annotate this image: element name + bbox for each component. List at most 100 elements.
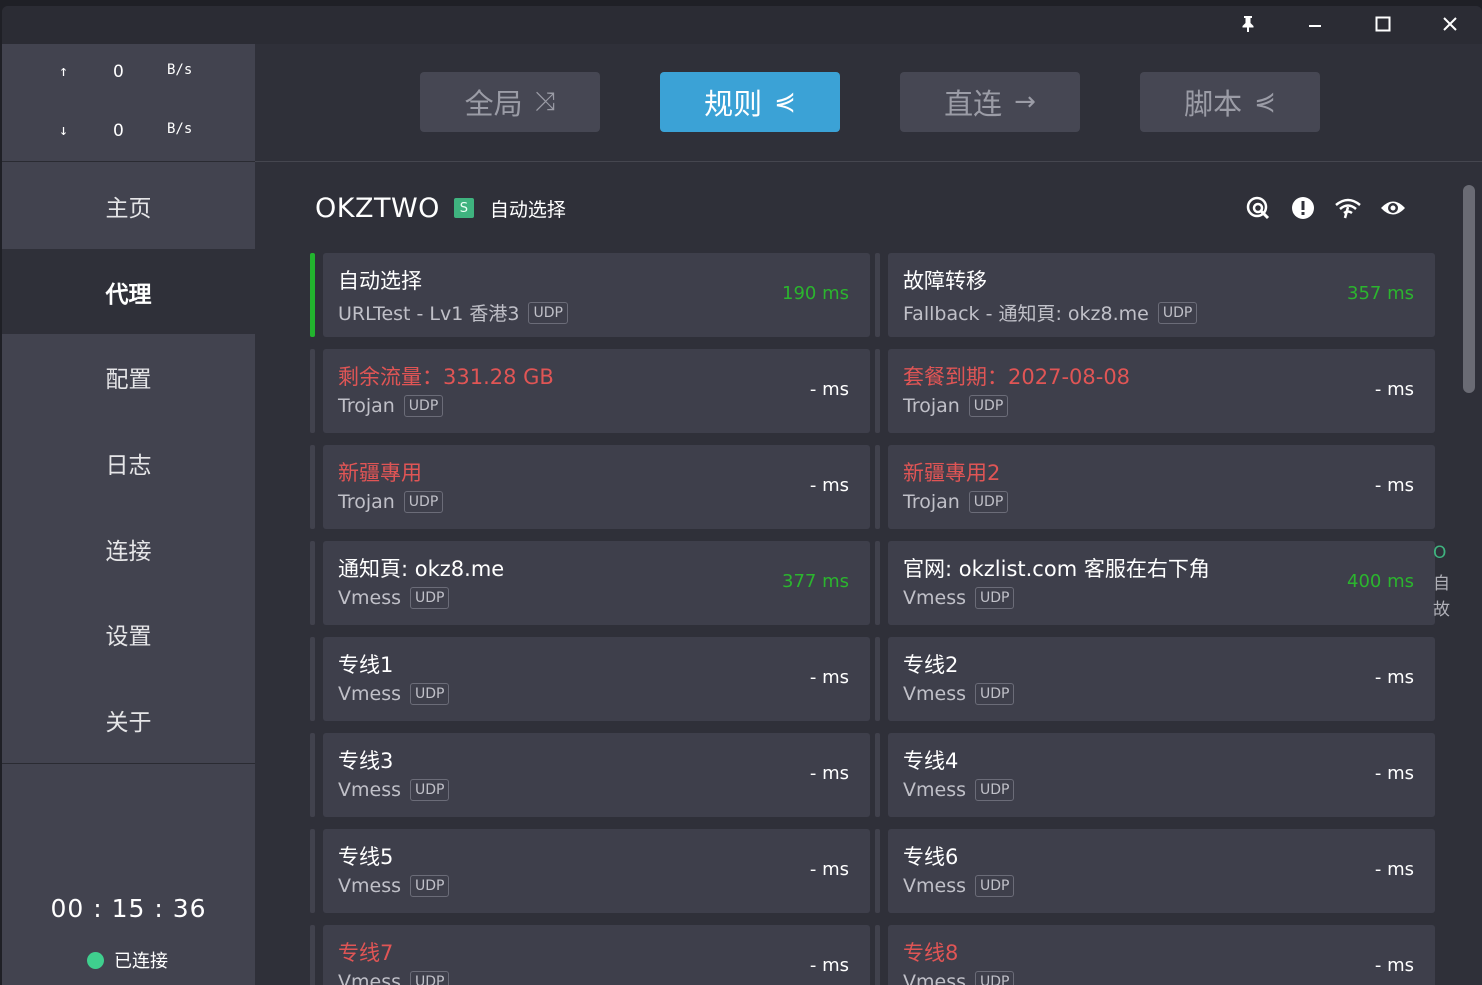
proxy-delay[interactable]: - ms (1375, 859, 1414, 880)
proxy-type: Trojan (903, 491, 960, 513)
proxy-delay[interactable]: - ms (1375, 763, 1414, 784)
proxy-card[interactable]: 专线2 Vmess UDP - ms (875, 637, 1435, 721)
minimize-icon[interactable] (1290, 6, 1340, 42)
proxy-card[interactable]: 专线7 Vmess UDP - ms (310, 925, 870, 985)
proxy-delay[interactable]: - ms (810, 763, 849, 784)
proxy-delay[interactable]: - ms (1375, 955, 1414, 976)
proxy-delay[interactable]: - ms (810, 379, 849, 400)
proxy-type: Vmess (903, 587, 966, 609)
scrollbar-thumb[interactable] (1463, 185, 1475, 393)
selection-indicator (875, 253, 880, 337)
proxy-card[interactable]: 通知頁: okz8.me Vmess UDP 377 ms (310, 541, 870, 625)
mode-direct-button[interactable]: 直连 → (900, 72, 1080, 132)
selection-indicator (310, 637, 315, 721)
proxy-card[interactable]: 自动选择 URLTest - Lv1 香港3 UDP 190 ms (310, 253, 870, 337)
proxy-type: Vmess (338, 587, 401, 609)
proxy-card[interactable]: 官网: okzlist.com 客服在右下角 Vmess UDP 400 ms (875, 541, 1435, 625)
proxy-delay[interactable]: - ms (1375, 379, 1414, 400)
mode-script-button[interactable]: 脚本 ⋞ (1140, 72, 1320, 132)
proxy-card[interactable]: 故障转移 Fallback - 通知頁: okz8.me UDP 357 ms (875, 253, 1435, 337)
group-name: OKZTWO (315, 192, 440, 224)
group-selected: 自动选择 (489, 198, 566, 221)
side-peek-item: 故 (1433, 600, 1450, 620)
proxy-name: 官网: okzlist.com 客服在右下角 (903, 557, 1210, 581)
udp-badge: UDP (528, 301, 568, 324)
proxy-delay[interactable]: 357 ms (1347, 283, 1414, 304)
sidebar-item-proxy[interactable]: 代理 (2, 248, 255, 335)
udp-badge: UDP (403, 491, 444, 513)
proxy-delay[interactable]: 190 ms (782, 283, 849, 304)
sidebar-nav: 主页 代理 配置 日志 连接 设置 关于 (2, 163, 255, 763)
proxy-type-row: Fallback - 通知頁: okz8.me UDP (903, 299, 1198, 326)
proxy-content: OKZTWO S 自动选择 自动选择 URLTest - Lv1 香港3 UDP 19… (255, 163, 1482, 985)
proxy-type: Vmess (903, 779, 966, 801)
proxy-delay[interactable]: - ms (1375, 475, 1414, 496)
side-peek-status: O (1433, 543, 1447, 563)
title-bar[interactable] (2, 6, 1482, 44)
udp-badge: UDP (410, 779, 450, 801)
proxy-type: Fallback - 通知頁: okz8.me (903, 303, 1149, 325)
pin-icon[interactable] (1223, 6, 1273, 42)
udp-badge: UDP (975, 875, 1015, 897)
proxy-card[interactable]: 专线8 Vmess UDP - ms (875, 925, 1435, 985)
connection-status: 已连接 (87, 947, 168, 973)
udp-badge: UDP (968, 395, 1009, 417)
sidebar-item-about[interactable]: 关于 (2, 677, 255, 763)
proxy-card[interactable]: 新疆專用 Trojan UDP - ms (310, 445, 870, 529)
proxy-type: Vmess (903, 875, 966, 897)
proxy-name: 自动选择 (338, 269, 422, 293)
mode-rule-button[interactable]: 规则 ⋞ (660, 72, 840, 132)
proxy-type-row: Vmess UDP (903, 779, 1015, 801)
sidebar-item-label: 配置 (105, 367, 152, 394)
proxy-card[interactable]: 套餐到期：2027-08-08 Trojan UDP - ms (875, 349, 1435, 433)
speed-test-icon[interactable] (1245, 195, 1271, 221)
proxy-delay[interactable]: - ms (810, 667, 849, 688)
sidebar-item-logs[interactable]: 日志 (2, 420, 255, 506)
proxy-card[interactable]: 专线4 Vmess UDP - ms (875, 733, 1435, 817)
alert-icon[interactable] (1290, 195, 1316, 221)
proxy-delay[interactable]: - ms (810, 955, 849, 976)
selection-indicator (310, 925, 315, 985)
proxy-delay[interactable]: 377 ms (782, 571, 849, 592)
sidebar-item-home[interactable]: 主页 (2, 163, 255, 249)
eye-icon[interactable] (1380, 195, 1406, 221)
proxy-group-header[interactable]: OKZTWO S 自动选择 (315, 191, 566, 225)
mode-label: 直连 (944, 87, 1003, 121)
proxy-card[interactable]: 专线5 Vmess UDP - ms (310, 829, 870, 913)
proxy-type-row: Vmess UDP (338, 971, 450, 985)
proxy-delay[interactable]: - ms (1375, 667, 1414, 688)
selection-indicator (310, 253, 315, 337)
proxy-type: Vmess (903, 683, 966, 705)
udp-badge: UDP (403, 395, 444, 417)
traffic-speed: ↑ 0 B/s ↓ 0 B/s (2, 44, 255, 162)
proxy-card[interactable]: 专线6 Vmess UDP - ms (875, 829, 1435, 913)
selection-indicator (875, 349, 880, 433)
udp-badge: UDP (410, 971, 450, 985)
proxy-card[interactable]: 新疆專用2 Trojan UDP - ms (875, 445, 1435, 529)
close-icon[interactable] (1425, 6, 1475, 42)
mode-global-button[interactable]: 全局 ⤨ (420, 72, 600, 132)
connection-timer: 00 : 15 : 36 (50, 894, 207, 923)
sidebar-item-label: 代理 (105, 281, 152, 308)
maximize-icon[interactable] (1358, 6, 1408, 42)
sidebar-item-profiles[interactable]: 配置 (2, 334, 255, 420)
udp-badge: UDP (975, 587, 1015, 609)
sidebar-item-connections[interactable]: 连接 (2, 506, 255, 592)
mode-label: 全局 (464, 87, 523, 121)
selection-indicator (310, 733, 315, 817)
proxy-type-row: Vmess UDP (903, 971, 1015, 985)
proxy-type: Trojan (338, 491, 395, 513)
proxy-card[interactable]: 专线1 Vmess UDP - ms (310, 637, 870, 721)
sidebar-item-settings[interactable]: 设置 (2, 591, 255, 677)
proxy-card[interactable]: 专线3 Vmess UDP - ms (310, 733, 870, 817)
proxy-delay[interactable]: - ms (810, 475, 849, 496)
proxy-name: 新疆專用 (338, 461, 422, 485)
upload-value: 0 (113, 62, 124, 82)
proxy-type-row: Vmess UDP (903, 683, 1015, 705)
proxy-delay[interactable]: - ms (810, 859, 849, 880)
proxy-type-row: Trojan UDP (338, 395, 444, 417)
proxy-card[interactable]: 剩余流量：331.28 GB Trojan UDP - ms (310, 349, 870, 433)
proxy-delay[interactable]: 400 ms (1347, 571, 1414, 592)
wifi-icon[interactable] (1335, 195, 1361, 221)
proxy-name: 专线5 (338, 845, 394, 869)
